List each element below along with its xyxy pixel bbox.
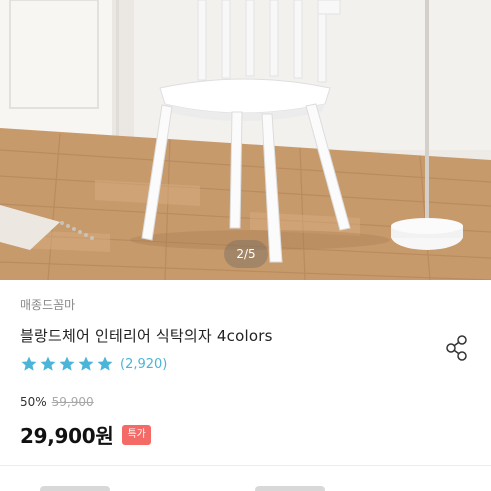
product-photo: [0, 0, 491, 280]
discount-rate: 50%: [20, 395, 47, 409]
share-icon: [446, 335, 467, 361]
rating-stars: [20, 355, 114, 373]
product-title: 블랑드체어 인테리어 식탁의자 4colors: [20, 327, 273, 345]
share-button[interactable]: [443, 334, 471, 362]
price-row: 29,900원 특가: [20, 420, 151, 449]
star-icon: [21, 356, 37, 371]
special-price-badge: 특가: [122, 424, 151, 445]
discount-row: 50% 59,900: [20, 395, 94, 409]
page-indicator: 2/5: [224, 240, 268, 268]
star-icon: [97, 356, 113, 371]
rating: (2,920): [20, 354, 167, 374]
next-section-preview: [0, 466, 491, 491]
star-icon: [78, 356, 94, 371]
sale-price: 29,900원: [20, 424, 114, 448]
review-count-link[interactable]: (2,920): [120, 357, 167, 372]
star-icon: [40, 356, 56, 371]
star-icon: [59, 356, 75, 371]
brand-name[interactable]: 매종드꼼마: [20, 296, 75, 313]
product-image-carousel[interactable]: 2/5: [0, 0, 491, 280]
original-price: 59,900: [51, 395, 94, 409]
